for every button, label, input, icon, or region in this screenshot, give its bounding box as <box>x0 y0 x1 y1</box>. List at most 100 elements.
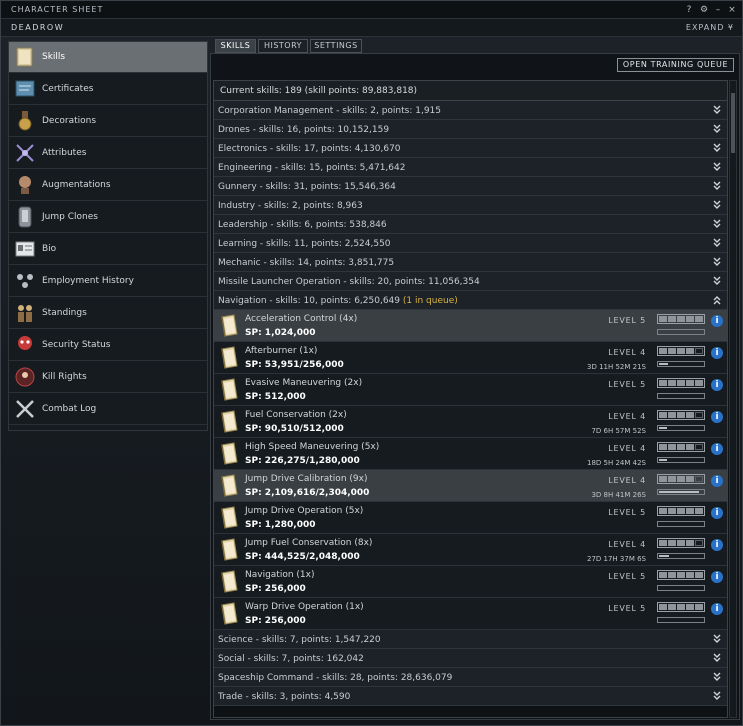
skill-row[interactable]: Acceleration Control (4x) SP: 1,024,000 LE… <box>214 310 727 342</box>
chevron-down-icon[interactable] <box>712 670 722 684</box>
scrollbar-thumb[interactable] <box>731 93 735 153</box>
skill-group-row[interactable]: Spaceship Command - skills: 28, points: … <box>214 668 727 687</box>
skill-points: SP: 1,280,000 <box>245 520 316 530</box>
sidebar-item-standings[interactable]: Standings <box>9 298 207 329</box>
expand-button[interactable]: EXPAND ¥ <box>686 23 734 32</box>
chevron-down-icon[interactable] <box>712 217 722 231</box>
sidebar-item-certificates[interactable]: Certificates <box>9 74 207 105</box>
skill-group-row[interactable]: Missile Launcher Operation - skills: 20,… <box>214 272 727 291</box>
training-progress-bar <box>657 329 705 335</box>
chevron-down-icon[interactable] <box>712 236 722 250</box>
skill-row[interactable]: Jump Drive Operation (5x) SP: 1,280,000 LE… <box>214 502 727 534</box>
level-pip <box>659 572 667 578</box>
skill-level: LEVEL 5 <box>608 380 646 389</box>
skill-row[interactable]: Warp Drive Operation (1x) SP: 256,000 LEVE… <box>214 598 727 630</box>
minimize-icon[interactable]: – <box>712 4 724 16</box>
sidebar-item-jump-clones[interactable]: Jump Clones <box>9 202 207 233</box>
chevron-up-icon[interactable] <box>712 293 722 307</box>
sidebar-item-label: Attributes <box>42 148 87 158</box>
info-icon[interactable]: i <box>711 411 723 423</box>
training-progress-fill <box>659 427 667 429</box>
info-icon[interactable]: i <box>711 347 723 359</box>
skill-group-row[interactable]: Engineering - skills: 15, points: 5,471,… <box>214 158 727 177</box>
attributes-icon <box>13 141 37 165</box>
skill-row[interactable]: Afterburner (1x) SP: 53,951/256,000 LEVEL … <box>214 342 727 374</box>
sidebar-item-kill-rights[interactable]: Kill Rights <box>9 362 207 393</box>
chevron-down-icon[interactable] <box>712 689 722 703</box>
tab-history[interactable]: HISTORY <box>258 39 308 53</box>
skill-group-row[interactable]: Corporation Management - skills: 2, poin… <box>214 101 727 120</box>
skill-group-row[interactable]: Gunnery - skills: 31, points: 15,546,364 <box>214 177 727 196</box>
chevron-down-icon[interactable] <box>712 103 722 117</box>
sidebar-item-attributes[interactable]: Attributes <box>9 138 207 169</box>
level-pip <box>668 476 676 482</box>
level-pip <box>677 604 685 610</box>
combatlog-icon <box>13 397 37 421</box>
skill-group-row[interactable]: Leadership - skills: 6, points: 538,846 <box>214 215 727 234</box>
sidebar-item-bio[interactable]: Bio <box>9 234 207 265</box>
chevron-down-icon[interactable] <box>712 651 722 665</box>
training-time: 27D 17H 37M 6S <box>587 555 646 563</box>
level-pip <box>677 348 685 354</box>
level-pip <box>686 316 694 322</box>
skill-group-row[interactable]: Mechanic - skills: 14, points: 3,851,775 <box>214 253 727 272</box>
level-pip <box>695 476 703 482</box>
level-pip <box>695 444 703 450</box>
info-icon[interactable]: i <box>711 315 723 327</box>
chevron-down-icon[interactable] <box>712 160 722 174</box>
tab-settings[interactable]: SETTINGS <box>310 39 362 53</box>
chevron-down-icon[interactable] <box>712 255 722 269</box>
skill-row[interactable]: Jump Fuel Conservation (8x) SP: 444,525/2… <box>214 534 727 566</box>
close-icon[interactable]: × <box>726 4 738 16</box>
training-progress-bar <box>657 489 705 495</box>
help-icon[interactable]: ? <box>683 4 695 16</box>
skillbook-icon <box>219 602 240 626</box>
skill-name: Fuel Conservation (2x) <box>245 410 347 420</box>
skill-group-row[interactable]: Navigation - skills: 10, points: 6,250,6… <box>214 291 727 310</box>
skill-row[interactable]: Jump Drive Calibration (9x) SP: 2,109,616… <box>214 470 727 502</box>
info-icon[interactable]: i <box>711 507 723 519</box>
security-icon <box>13 333 37 357</box>
skill-row[interactable]: High Speed Maneuvering (5x) SP: 226,275/1… <box>214 438 727 470</box>
skill-row[interactable]: Navigation (1x) SP: 256,000 LEVEL 5 i <box>214 566 727 598</box>
settings-icon[interactable]: ⚙ <box>698 4 710 16</box>
info-icon[interactable]: i <box>711 571 723 583</box>
scrollbar[interactable] <box>729 80 737 718</box>
skill-group-label: Trade - skills: 3, points: 4,590 <box>218 692 351 702</box>
title-bar[interactable]: CHARACTER SHEET ? ⚙ – × <box>1 1 742 19</box>
skills-summary: Current skills: 189 (skill points: 89,88… <box>214 81 727 101</box>
training-progress-fill <box>659 555 669 557</box>
skill-group-row[interactable]: Learning - skills: 11, points: 2,524,550 <box>214 234 727 253</box>
level-pip <box>668 508 676 514</box>
sidebar-item-security-status[interactable]: Security Status <box>9 330 207 361</box>
skill-row[interactable]: Fuel Conservation (2x) SP: 90,510/512,000… <box>214 406 727 438</box>
skill-group-row[interactable]: Industry - skills: 2, points: 8,963 <box>214 196 727 215</box>
level-pip <box>695 316 703 322</box>
chevron-down-icon[interactable] <box>712 179 722 193</box>
info-icon[interactable]: i <box>711 379 723 391</box>
sidebar-item-decorations[interactable]: Decorations <box>9 106 207 137</box>
sidebar-item-skills[interactable]: Skills <box>9 42 207 73</box>
chevron-down-icon[interactable] <box>712 632 722 646</box>
skill-group-row[interactable]: Science - skills: 7, points: 1,547,220 <box>214 630 727 649</box>
chevron-down-icon[interactable] <box>712 274 722 288</box>
sidebar-item-employment-history[interactable]: Employment History <box>9 266 207 297</box>
info-icon[interactable]: i <box>711 443 723 455</box>
sidebar-item-augmentations[interactable]: Augmentations <box>9 170 207 201</box>
info-icon[interactable]: i <box>711 475 723 487</box>
window-title: CHARACTER SHEET <box>11 5 104 14</box>
skill-group-row[interactable]: Social - skills: 7, points: 162,042 <box>214 649 727 668</box>
chevron-down-icon[interactable] <box>712 141 722 155</box>
skill-group-row[interactable]: Trade - skills: 3, points: 4,590 <box>214 687 727 706</box>
sidebar-item-combat-log[interactable]: Combat Log <box>9 394 207 425</box>
skill-group-row[interactable]: Electronics - skills: 17, points: 4,130,… <box>214 139 727 158</box>
skill-row[interactable]: Evasive Maneuvering (2x) SP: 512,000 LEVEL… <box>214 374 727 406</box>
tab-skills[interactable]: SKILLS <box>215 39 256 53</box>
open-training-queue-button[interactable]: OPEN TRAINING QUEUE <box>617 58 734 72</box>
skill-group-row[interactable]: Drones - skills: 16, points: 10,152,159 <box>214 120 727 139</box>
info-icon[interactable]: i <box>711 539 723 551</box>
chevron-down-icon[interactable] <box>712 198 722 212</box>
info-icon[interactable]: i <box>711 603 723 615</box>
chevron-down-icon[interactable] <box>712 122 722 136</box>
skillbook-icon <box>219 474 240 498</box>
